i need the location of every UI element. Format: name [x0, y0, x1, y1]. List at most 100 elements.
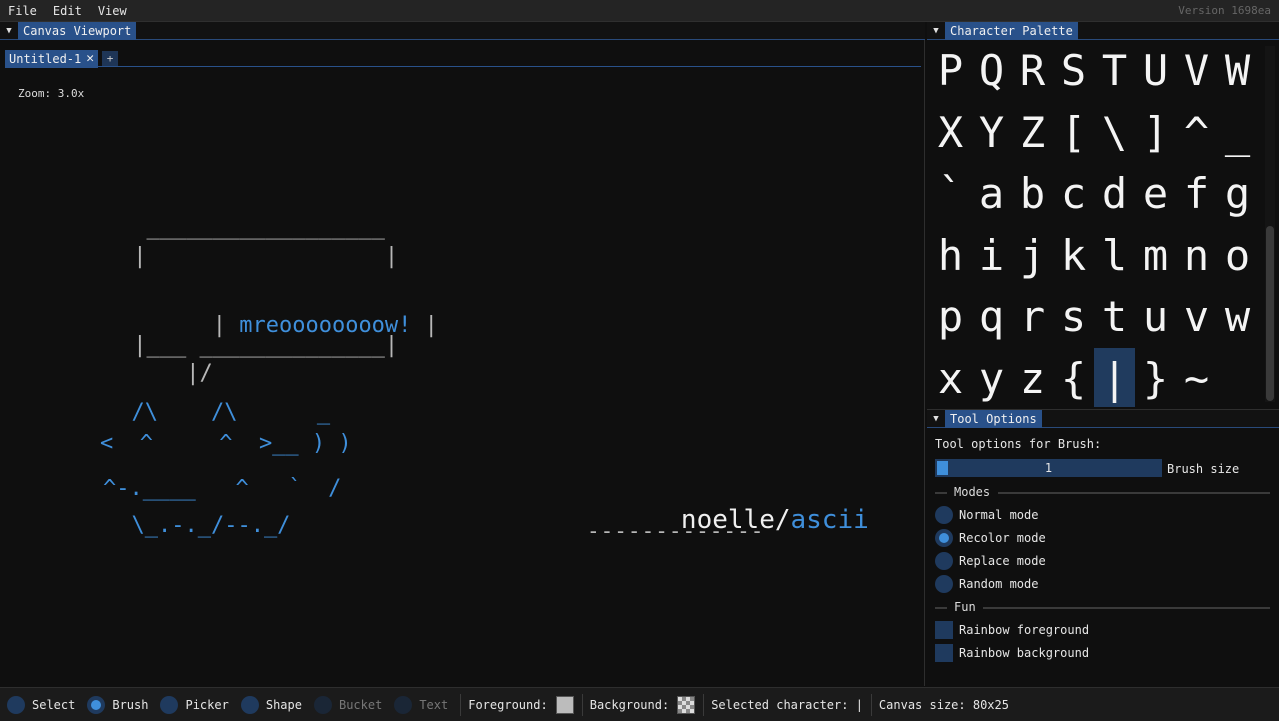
- character-palette-titlebar: ▼ Character Palette: [927, 22, 1279, 40]
- palette-char-cell[interactable]: _: [1217, 102, 1258, 164]
- palette-char-cell[interactable]: R: [1012, 40, 1053, 102]
- radio-button[interactable]: [313, 695, 332, 714]
- palette-char-cell[interactable]: b: [1012, 163, 1053, 225]
- radio-button[interactable]: [7, 695, 25, 714]
- palette-char-cell[interactable]: p: [930, 286, 971, 348]
- rainbow-foreground-option[interactable]: Rainbow foreground: [935, 621, 1089, 639]
- collapse-triangle-icon[interactable]: ▼: [927, 414, 945, 424]
- tab-untitled-1[interactable]: Untitled-1 ✕: [5, 49, 99, 68]
- modes-label: Modes: [954, 485, 991, 499]
- palette-char-cell[interactable]: j: [1012, 225, 1053, 287]
- tool-options-window: ▼ Tool Options Tool options for Brush: 1…: [927, 409, 1279, 686]
- radio-button[interactable]: [160, 695, 179, 714]
- mode-recolor[interactable]: Recolor mode: [935, 529, 1046, 547]
- modes-separator: Modes: [935, 485, 1271, 499]
- palette-char-cell[interactable]: ]: [1135, 102, 1176, 164]
- palette-char-cell[interactable]: h: [930, 225, 971, 287]
- palette-char-cell[interactable]: S: [1053, 40, 1094, 102]
- radio-button[interactable]: [935, 529, 953, 547]
- palette-char-cell[interactable]: n: [1176, 225, 1217, 287]
- palette-char-cell[interactable]: ^: [1176, 102, 1217, 164]
- palette-char-cell[interactable]: `: [930, 163, 971, 225]
- palette-char-cell[interactable]: [: [1053, 102, 1094, 164]
- palette-char-cell[interactable]: Q: [971, 40, 1012, 102]
- mode-replace[interactable]: Replace mode: [935, 552, 1046, 570]
- checkbox-label: Rainbow background: [959, 646, 1090, 660]
- palette-char-cell[interactable]: m: [1135, 225, 1176, 287]
- foreground-color-swatch[interactable]: [555, 695, 574, 714]
- menu-edit[interactable]: Edit: [45, 0, 90, 22]
- palette-char-cell[interactable]: ~: [1176, 348, 1217, 408]
- palette-char-cell[interactable]: Y: [971, 102, 1012, 164]
- scrollbar-thumb[interactable]: [1266, 226, 1274, 401]
- rainbow-background-option[interactable]: Rainbow background: [935, 644, 1089, 662]
- palette-char-cell[interactable]: V: [1176, 40, 1217, 102]
- palette-char-cell[interactable]: {: [1053, 348, 1094, 408]
- palette-char-cell[interactable]: a: [971, 163, 1012, 225]
- radio-button[interactable]: [935, 552, 953, 570]
- mode-normal[interactable]: Normal mode: [935, 506, 1038, 524]
- radio-button[interactable]: [240, 695, 259, 714]
- radio-button[interactable]: [87, 695, 106, 714]
- tool-bucket[interactable]: Bucket: [313, 695, 383, 714]
- mode-random[interactable]: Random mode: [935, 575, 1038, 593]
- palette-char-cell[interactable]: v: [1176, 286, 1217, 348]
- tool-shape[interactable]: Shape: [240, 695, 302, 714]
- palette-char-cell[interactable]: Z: [1012, 102, 1053, 164]
- tool-picker[interactable]: Picker: [160, 695, 229, 714]
- tool-select[interactable]: Select: [7, 695, 76, 714]
- tool-label: Shape: [265, 697, 302, 712]
- palette-char-cell[interactable]: X: [930, 102, 971, 164]
- palette-char-cell[interactable]: t: [1094, 286, 1135, 348]
- tool-label: Select: [32, 697, 76, 712]
- background-label: Background:: [589, 697, 670, 712]
- collapse-triangle-icon[interactable]: ▼: [0, 26, 18, 36]
- palette-char-cell[interactable]: r: [1012, 286, 1053, 348]
- palette-char-cell[interactable]: d: [1094, 163, 1135, 225]
- palette-char-cell[interactable]: y: [971, 348, 1012, 408]
- palette-char-cell[interactable]: W: [1217, 40, 1258, 102]
- foreground-setting: Foreground:: [468, 695, 574, 714]
- tool-text[interactable]: Text: [394, 695, 448, 714]
- radio-button[interactable]: [935, 506, 953, 524]
- palette-char-cell[interactable]: z: [1012, 348, 1053, 408]
- tool-label: Bucket: [338, 697, 383, 712]
- cat-art-line-4: \_.-._/--._/: [105, 513, 291, 538]
- palette-char-cell[interactable]: P: [930, 40, 971, 102]
- palette-char-cell[interactable]: o: [1217, 225, 1258, 287]
- mode-label: Random mode: [959, 577, 1039, 591]
- palette-char-cell[interactable]: u: [1135, 286, 1176, 348]
- checkbox[interactable]: [935, 644, 953, 662]
- collapse-triangle-icon[interactable]: ▼: [927, 26, 945, 36]
- palette-char-cell[interactable]: U: [1135, 40, 1176, 102]
- logo-text-blue: ascii: [790, 505, 869, 535]
- palette-char-cell[interactable]: |: [1094, 347, 1135, 407]
- palette-char-cell[interactable]: k: [1053, 225, 1094, 287]
- add-tab-button[interactable]: +: [102, 50, 119, 67]
- palette-char-cell[interactable]: f: [1176, 163, 1217, 225]
- checkbox[interactable]: [935, 621, 953, 639]
- palette-char-cell[interactable]: g: [1217, 163, 1258, 225]
- palette-char-cell[interactable]: l: [1094, 225, 1135, 287]
- palette-char-cell[interactable]: \: [1094, 102, 1135, 164]
- tool-brush[interactable]: Brush: [87, 695, 148, 714]
- palette-scrollbar[interactable]: [1265, 46, 1275, 402]
- palette-char-cell[interactable]: w: [1217, 286, 1258, 348]
- palette-char-cell[interactable]: x: [930, 348, 971, 408]
- palette-char-cell[interactable]: T: [1094, 40, 1135, 102]
- radio-button[interactable]: [935, 575, 953, 593]
- palette-char-cell[interactable]: s: [1053, 286, 1094, 348]
- radio-button[interactable]: [394, 695, 413, 714]
- brush-size-slider[interactable]: 1: [935, 459, 1162, 477]
- menu-file[interactable]: File: [0, 0, 45, 22]
- palette-char-cell[interactable]: e: [1135, 163, 1176, 225]
- close-icon[interactable]: ✕: [86, 50, 94, 68]
- window-title: Tool Options: [945, 409, 1042, 428]
- palette-char-cell[interactable]: i: [971, 225, 1012, 287]
- palette-char-cell[interactable]: q: [971, 286, 1012, 348]
- palette-char-cell[interactable]: }: [1135, 348, 1176, 408]
- menu-view[interactable]: View: [90, 0, 135, 22]
- window-title: Character Palette: [945, 22, 1078, 40]
- palette-char-cell[interactable]: c: [1053, 163, 1094, 225]
- background-color-swatch[interactable]: [677, 695, 696, 714]
